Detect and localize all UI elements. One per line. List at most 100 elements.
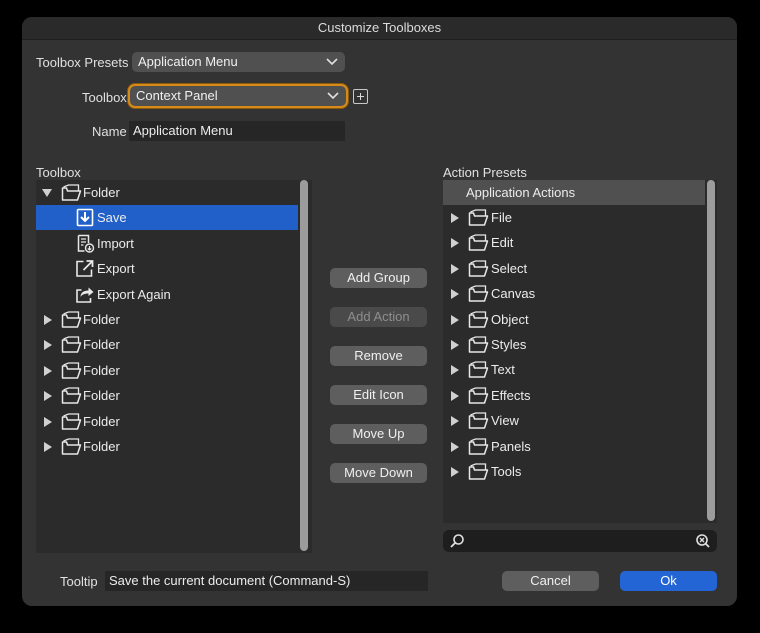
tree-action-row[interactable]: Import <box>36 231 298 256</box>
remove-button[interactable]: Remove <box>330 346 427 366</box>
action-category-label: Styles <box>491 337 527 352</box>
tree-folder-row[interactable]: Folder <box>36 409 298 434</box>
action-category-row[interactable]: Text <box>443 357 703 382</box>
action-category-label: File <box>491 210 512 225</box>
tooltip-value: Save the current document (Command-S) <box>109 573 351 588</box>
window-title: Customize Toolboxes <box>317 20 442 35</box>
add-action-button[interactable]: Add Action <box>330 307 427 327</box>
action-category-row[interactable]: Edit <box>443 230 703 255</box>
disclosure-collapsed-icon[interactable] <box>451 238 459 249</box>
tree-item-label: Folder <box>83 362 120 378</box>
tree-folder-row[interactable]: Folder <box>36 434 298 459</box>
disclosure-collapsed-icon[interactable] <box>44 340 52 351</box>
disclosure-collapsed-icon[interactable] <box>451 263 459 274</box>
action-search-field[interactable] <box>443 530 717 552</box>
action-category-label: Select <box>491 260 528 276</box>
toolbox-value: Context Panel <box>136 88 218 103</box>
disclosure-collapsed-icon[interactable] <box>451 289 459 300</box>
toolbox-tree-label: Toolbox <box>36 165 81 180</box>
action-category-row[interactable]: Canvas <box>443 281 703 306</box>
cancel-button[interactable]: Cancel <box>502 571 599 591</box>
customize-toolboxes-dialog: Customize Toolboxes Toolbox Presets Appl… <box>22 17 737 606</box>
add-group-button[interactable]: Add Group <box>330 268 427 288</box>
export-again-icon <box>76 287 94 303</box>
action-category-row[interactable]: File <box>443 205 703 230</box>
chevron-down-icon <box>327 92 339 100</box>
toolbox-select[interactable]: Context Panel <box>130 86 346 106</box>
name-value: Application Menu <box>133 123 233 138</box>
action-category-row[interactable]: Tools <box>443 459 703 484</box>
disclosure-collapsed-icon[interactable] <box>451 340 459 350</box>
tree-folder-row[interactable]: Folder <box>36 180 298 205</box>
action-category-label: Object <box>491 311 529 327</box>
tree-action-row[interactable]: Export <box>36 256 298 281</box>
tree-item-label: Import <box>97 235 134 251</box>
action-category-label: Edit <box>491 235 514 251</box>
folder-icon <box>468 437 489 455</box>
action-presets-header[interactable]: Application Actions <box>443 180 705 205</box>
disclosure-collapsed-icon[interactable] <box>44 391 52 402</box>
title-bar[interactable]: Customize Toolboxes <box>22 17 737 40</box>
action-category-label: Canvas <box>491 286 536 302</box>
move-down-button[interactable]: Move Down <box>330 463 427 483</box>
move-up-button[interactable]: Move Up <box>330 424 427 444</box>
folder-icon <box>61 387 82 404</box>
tree-action-row[interactable]: Export Again <box>36 282 298 307</box>
disclosure-collapsed-icon[interactable] <box>451 390 459 401</box>
name-field[interactable]: Application Menu <box>129 121 345 141</box>
toolbox-presets-select[interactable]: Application Menu <box>132 52 345 72</box>
disclosure-collapsed-icon[interactable] <box>451 213 459 223</box>
search-icon <box>450 534 464 548</box>
folder-icon <box>468 234 489 252</box>
tooltip-label: Tooltip <box>60 574 98 589</box>
tree-item-label: Folder <box>83 439 120 454</box>
disclosure-collapsed-icon[interactable] <box>451 467 459 477</box>
edit-icon-button[interactable]: Edit Icon <box>330 385 427 405</box>
ok-button[interactable]: Ok <box>620 571 717 591</box>
action-presets-scrollbar[interactable] <box>707 180 715 521</box>
clear-search-icon[interactable] <box>695 533 711 549</box>
action-category-label: Effects <box>491 387 531 403</box>
toolbox-tree[interactable]: Folder Save Import Export Export Again Folder… <box>36 180 312 553</box>
disclosure-collapsed-icon[interactable] <box>451 365 459 376</box>
action-category-row[interactable]: Styles <box>443 332 703 357</box>
tree-folder-row[interactable]: Folder <box>36 332 298 357</box>
disclosure-expanded-icon[interactable] <box>42 189 52 197</box>
disclosure-collapsed-icon[interactable] <box>451 314 459 325</box>
folder-icon <box>468 260 489 277</box>
folder-icon <box>61 438 82 455</box>
action-category-row[interactable]: Panels <box>443 434 703 459</box>
action-category-row[interactable]: Effects <box>443 383 703 408</box>
tree-folder-row[interactable]: Folder <box>36 358 298 383</box>
tree-item-label: Folder <box>83 388 120 404</box>
tree-folder-row[interactable]: Folder <box>36 383 298 408</box>
disclosure-collapsed-icon[interactable] <box>451 441 459 452</box>
folder-icon <box>61 184 82 201</box>
disclosure-collapsed-icon[interactable] <box>44 442 52 452</box>
chevron-down-icon <box>326 58 338 66</box>
folder-icon <box>61 362 82 379</box>
import-icon <box>77 234 95 253</box>
tree-action-row[interactable]: Save <box>36 205 298 231</box>
toolbox-label: Toolbox <box>82 90 127 105</box>
folder-icon <box>468 412 489 429</box>
tree-folder-row[interactable]: Folder <box>36 307 298 332</box>
folder-icon <box>61 311 82 328</box>
action-category-label: Tools <box>491 464 522 479</box>
action-category-label: Panels <box>491 438 531 454</box>
action-category-row[interactable]: View <box>443 408 703 433</box>
disclosure-collapsed-icon[interactable] <box>44 315 52 325</box>
tooltip-field[interactable]: Save the current document (Command-S) <box>105 571 428 591</box>
disclosure-collapsed-icon[interactable] <box>44 365 52 376</box>
folder-icon <box>61 412 82 430</box>
disclosure-collapsed-icon[interactable] <box>44 416 52 427</box>
action-category-row[interactable]: Select <box>443 256 703 281</box>
toolbox-presets-label: Toolbox Presets <box>36 55 129 70</box>
action-category-row[interactable]: Object <box>443 307 703 332</box>
add-toolbox-icon[interactable] <box>353 89 368 104</box>
disclosure-collapsed-icon[interactable] <box>451 416 459 427</box>
tree-item-label: Export <box>97 261 135 277</box>
toolbox-tree-scrollbar[interactable] <box>300 180 308 551</box>
action-presets-list[interactable]: Application Actions File Edit Select Canvas… <box>443 180 717 523</box>
action-category-label: Text <box>491 362 515 378</box>
